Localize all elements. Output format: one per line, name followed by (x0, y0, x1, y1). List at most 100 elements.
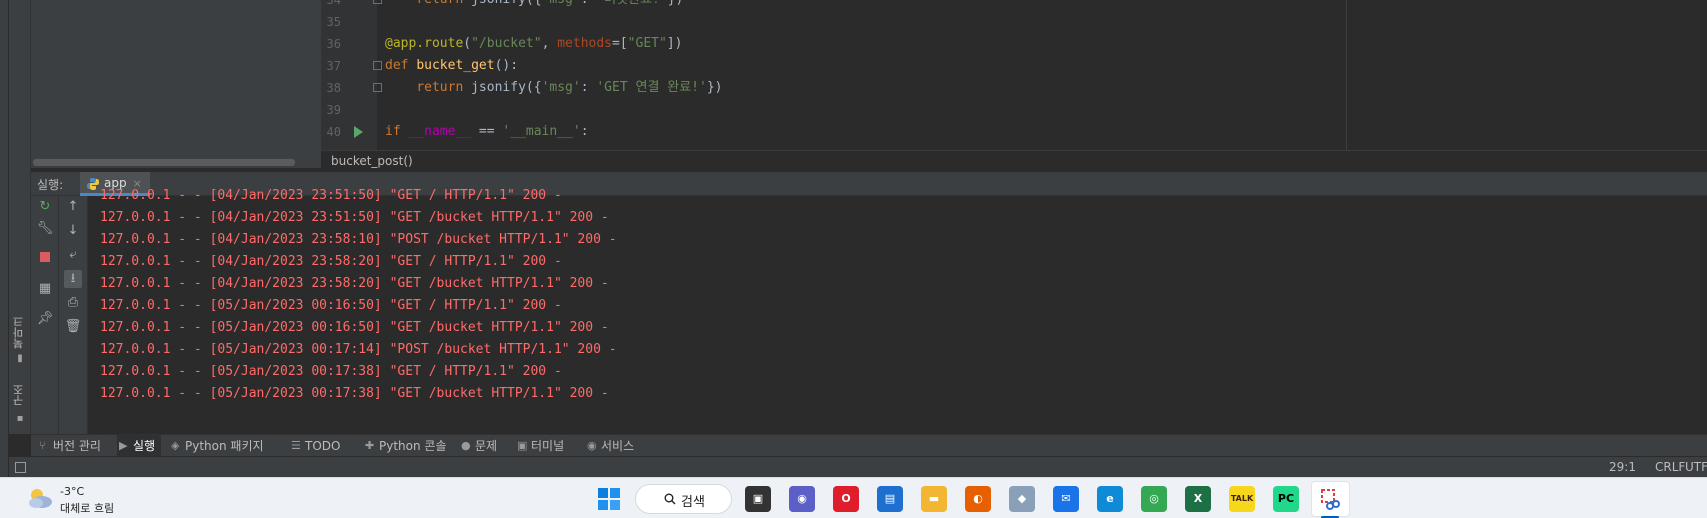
bookmark-icon[interactable]: ▮ (15, 354, 25, 364)
tool-tab-packages[interactable]: ◈ Python 패키지 (169, 435, 264, 457)
python-icon (87, 178, 99, 190)
project-horizontal-scrollbar[interactable] (33, 159, 295, 166)
tool-tab-python-console[interactable]: ✚ Python 콘솔 (363, 435, 447, 457)
console-log-line: 127.0.0.1 - - [04/Jan/2023 23:58:10] "PO… (100, 232, 617, 247)
search-icon (664, 493, 676, 505)
weather-description[interactable]: 대체로 흐림 (60, 500, 114, 516)
code-token: =[ (612, 36, 628, 51)
branch-icon: ⑂ (39, 439, 46, 452)
tool-tab-terminal[interactable]: ▣ 터미널 (515, 435, 564, 457)
status-bar: 29:1 CRLF UTF- (9, 456, 1707, 477)
trash-icon[interactable]: 🗑︎ (64, 318, 82, 336)
console-log-line: 127.0.0.1 - - [05/Jan/2023 00:17:14] "PO… (100, 342, 617, 357)
code-token: '버킷완료!' (596, 0, 667, 7)
packages-icon: ◈ (171, 439, 180, 452)
code-token: ( (463, 36, 472, 51)
stop-icon (40, 252, 50, 262)
code-line[interactable]: 37 def bucket_get(): (321, 55, 1707, 77)
chat-icon[interactable]: ◉ (789, 486, 815, 512)
tool-tab-problems[interactable]: ● 문제 (459, 435, 497, 457)
code-line[interactable]: 38 return jsonify({'msg': 'GET 연결 완료!'}) (321, 77, 1707, 99)
fold-marker-icon[interactable] (373, 83, 382, 92)
code-token: return (416, 0, 471, 7)
caret-position[interactable]: 29:1 (1609, 460, 1636, 474)
tool-tab-list[interactable]: ☰ TODO (289, 435, 340, 457)
scroll-down-icon[interactable]: ↓ (64, 222, 82, 240)
tool-tab-run[interactable]: ▶ 실행 (117, 435, 162, 457)
scroll-to-end-icon[interactable]: ⭳ (64, 270, 82, 288)
console-log-line: 127.0.0.1 - - [04/Jan/2023 23:51:50] "GE… (100, 188, 562, 203)
line-number[interactable]: 35 (321, 11, 341, 33)
breadcrumb[interactable]: bucket_post() (331, 154, 413, 168)
tool-tab-services[interactable]: ◉ 서비스 (585, 435, 634, 457)
soft-wrap-icon[interactable]: ⤶ (64, 246, 82, 264)
pin-icon[interactable]: 📌︎ (36, 310, 54, 328)
fold-marker-icon[interactable] (373, 61, 382, 70)
code-line[interactable]: 36 @app.route("/bucket", methods=["GET"]) (321, 33, 1707, 55)
code-token: def (385, 58, 417, 73)
scroll-up-icon[interactable]: ↑ (64, 198, 82, 216)
code-token: 'GET 연결 완료!' (596, 80, 707, 95)
edge-icon[interactable]: e (1097, 486, 1123, 512)
line-number[interactable]: 36 (321, 33, 341, 55)
bookmarks-tab-label[interactable]: 북마크 (11, 316, 27, 349)
code-line[interactable]: 34 return jsonify({'msg': '버킷완료!'}) (321, 0, 1707, 11)
structure-tab-label[interactable]: 구조 (11, 384, 27, 406)
weather-temperature[interactable]: -3°C (60, 485, 84, 498)
code-text: if __name__ == '__main__': (385, 121, 589, 143)
side-tool-bar: 북마크 ▮ 구조 ▪ (9, 0, 31, 434)
toggle-tool-windows-icon[interactable] (15, 462, 26, 473)
store-icon[interactable]: ▤ (877, 486, 903, 512)
opera-icon[interactable]: O (833, 486, 859, 512)
rerun-icon[interactable]: ↻ (36, 198, 54, 216)
line-number[interactable]: 37 (321, 55, 341, 77)
kakaotalk-icon[interactable]: TALK (1229, 486, 1255, 512)
console-log-line: 127.0.0.1 - - [05/Jan/2023 00:17:38] "GE… (100, 364, 562, 379)
firefox-icon[interactable]: ◐ (965, 486, 991, 512)
snipping-tool-button[interactable] (1311, 481, 1350, 517)
file-encoding[interactable]: UTF- (1685, 460, 1707, 474)
code-line[interactable]: 39 (321, 99, 1707, 121)
file-explorer-icon[interactable]: ▬ (921, 486, 947, 512)
tool-tab-branch[interactable]: ⑂ 버전 관리 (37, 435, 101, 457)
line-number[interactable]: 34 (321, 0, 341, 11)
run-console-output[interactable]: 127.0.0.1 - - [04/Jan/2023 23:51:50] "GE… (88, 188, 1707, 434)
console-log-line: 127.0.0.1 - - [04/Jan/2023 23:58:20] "GE… (100, 276, 609, 291)
tool-tab-label: TODO (305, 439, 341, 453)
excel-icon[interactable]: X (1185, 486, 1211, 512)
line-number[interactable]: 40 (321, 121, 341, 143)
wrench-icon[interactable]: 🔧︎ (36, 220, 54, 238)
code-token: if (385, 124, 409, 139)
code-token: }) (668, 0, 684, 7)
pycharm-icon[interactable]: PC (1273, 486, 1299, 512)
line-separator[interactable]: CRLF (1655, 460, 1685, 474)
task-view-icon[interactable]: ▣ (745, 486, 771, 512)
code-token: jsonify({ (471, 0, 541, 7)
mail-icon[interactable]: ✉ (1053, 486, 1079, 512)
code-text: @app.route("/bucket", methods=["GET"]) (385, 33, 682, 55)
line-number[interactable]: 39 (321, 99, 341, 121)
code-token: , (541, 36, 558, 51)
tool-tab-label: 서비스 (601, 439, 635, 453)
code-line[interactable]: 40 if __name__ == '__main__': (321, 121, 1707, 143)
stop-button[interactable] (36, 248, 54, 266)
code-token: : (580, 80, 597, 95)
code-editor[interactable]: 34 return jsonify({'msg': '버킷완료!'})3536 @… (321, 0, 1707, 150)
chrome-icon[interactable]: ◎ (1141, 486, 1167, 512)
tool-window-strip: ⑂ 버전 관리 ▶ 실행 ◈ Python 패키지 ☰ TODO ✚ Python 콘솔 ● 문제 ▣ 터… (31, 434, 1707, 457)
fold-marker-icon[interactable] (373, 0, 382, 4)
structure-icon[interactable]: ▪ (15, 414, 25, 424)
windows-start-icon[interactable] (597, 487, 621, 511)
cloudy-weather-icon[interactable] (26, 486, 54, 510)
layout-icon[interactable]: ▦ (36, 280, 54, 298)
code-line[interactable]: 35 (321, 11, 1707, 33)
line-number[interactable]: 38 (321, 77, 341, 99)
taskbar-search-button[interactable]: 검색 (635, 484, 732, 514)
print-icon[interactable]: ⎙ (64, 294, 82, 312)
photos-icon[interactable]: ◆ (1009, 486, 1035, 512)
terminal-icon: ▣ (517, 439, 528, 452)
windows-taskbar: -3°C 대체로 흐림 검색 ▣ ◉ O ▤ ▬ ◐ ◆ ✉ e ◎ X TALK PC (0, 477, 1707, 518)
run-gutter-icon[interactable] (354, 126, 363, 138)
snipping-tool-icon (1321, 489, 1340, 510)
code-token: bucket_get (416, 58, 495, 73)
